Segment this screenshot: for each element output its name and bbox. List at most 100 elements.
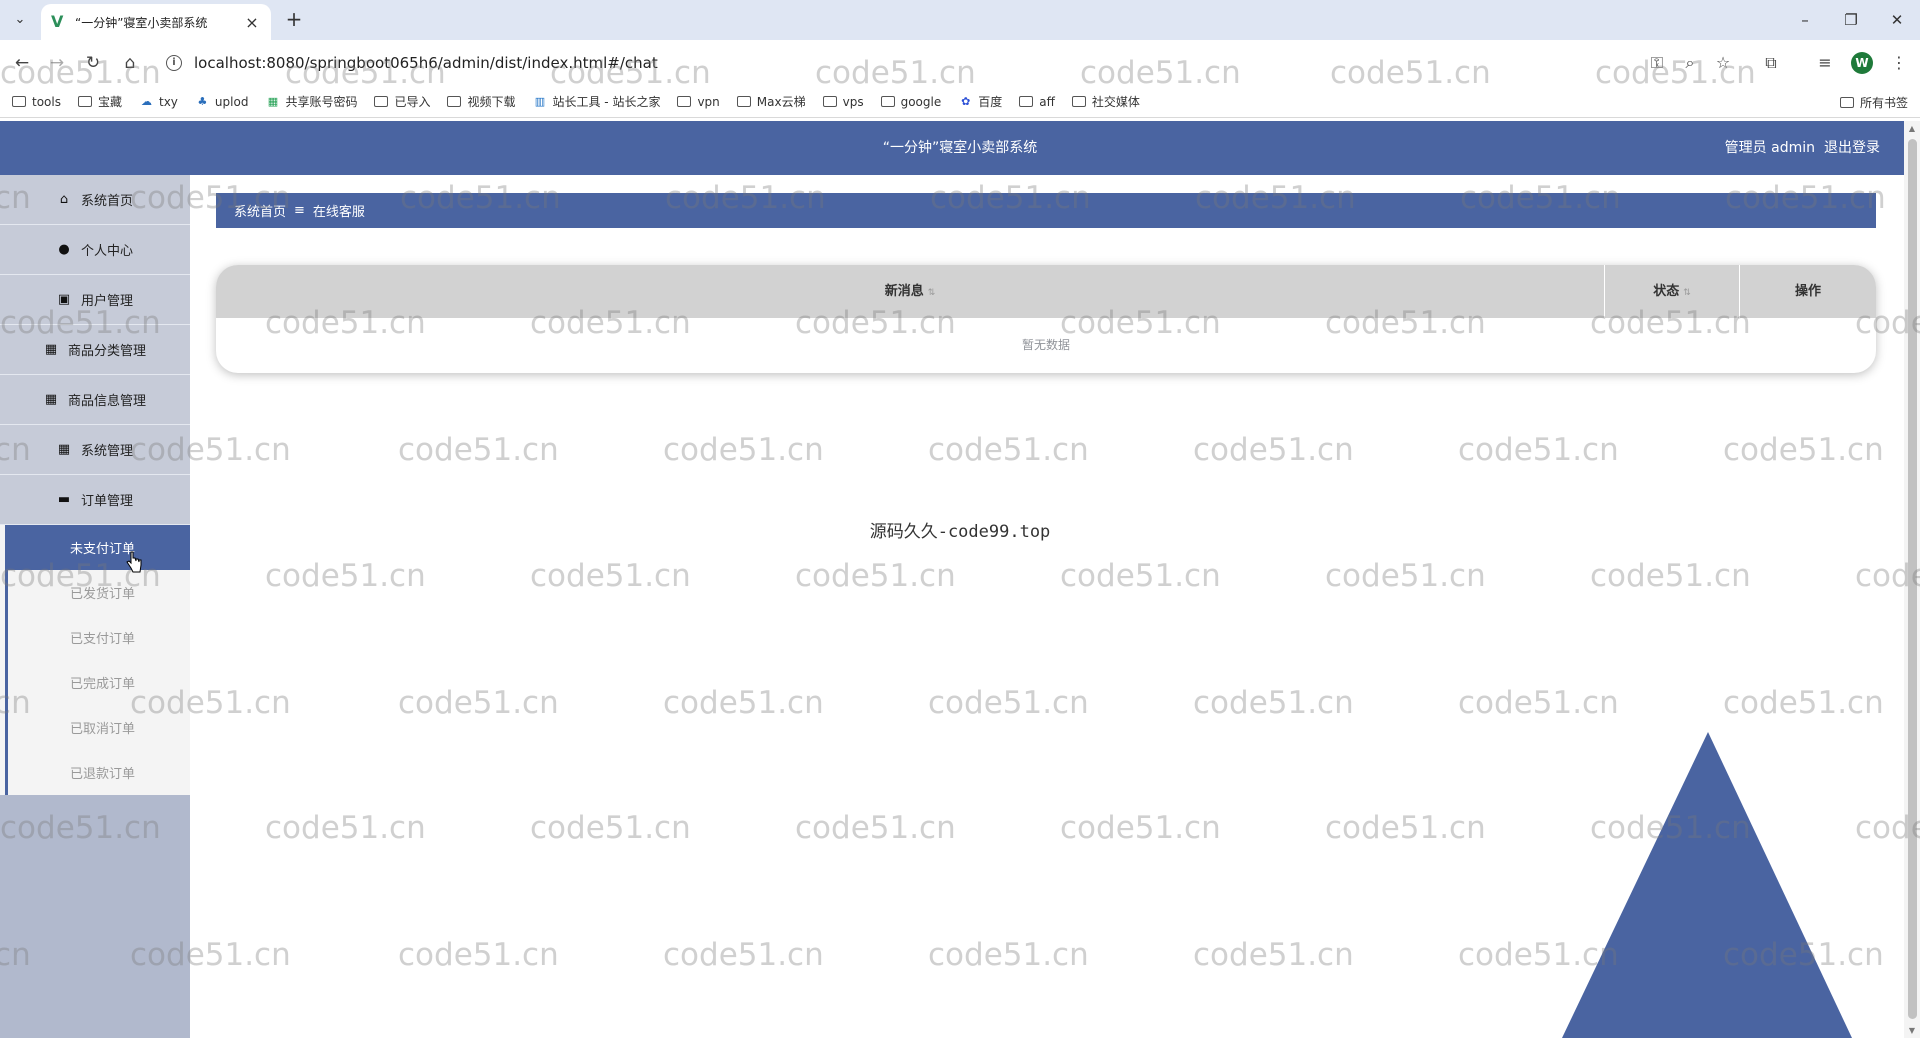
- folder-icon: [12, 96, 26, 107]
- watermark-text: code51.cn: [1723, 685, 1884, 721]
- sheet-icon: ▦: [267, 94, 279, 108]
- bookmark-item[interactable]: Max云梯: [736, 93, 806, 110]
- folder-icon: [1019, 96, 1034, 107]
- bookmark-item[interactable]: ☁ txy: [139, 95, 178, 109]
- media-control-icon[interactable]: ≡: [1812, 50, 1838, 76]
- sort-icon[interactable]: ⇅: [928, 288, 936, 298]
- scroll-thumb[interactable]: [1908, 139, 1917, 1019]
- close-window-button[interactable]: ✕: [1883, 8, 1911, 32]
- submenu-shipped-orders[interactable]: 已发货订单: [5, 570, 190, 615]
- submenu-cancelled-orders[interactable]: 已取消订单: [5, 705, 190, 750]
- submenu-refunded-orders[interactable]: 已退款订单: [5, 750, 190, 795]
- bookmark-item[interactable]: 视频下载: [447, 93, 515, 110]
- watermark-text: code51.cn: [265, 810, 426, 846]
- scroll-down-icon[interactable]: ▼: [1907, 1026, 1917, 1035]
- watermark-text: code51.cn: [530, 810, 691, 846]
- watermark-text: code51.cn: [1325, 810, 1486, 846]
- watermark-text: code51.cn: [398, 432, 559, 468]
- address-bar[interactable]: i localhost:8080/springboot065h6/admin/d…: [158, 45, 1678, 81]
- bookmark-item[interactable]: google: [880, 95, 941, 109]
- sort-icon[interactable]: ⇅: [1683, 288, 1691, 298]
- bookmark-item[interactable]: vps: [822, 95, 864, 109]
- column-header-new-message[interactable]: 新消息 ⇅: [216, 265, 1605, 318]
- bookmark-item[interactable]: ▥ 站长工具 - 站长之家: [532, 93, 661, 110]
- folder-icon: [880, 96, 895, 107]
- home-icon[interactable]: ⌂: [117, 50, 143, 76]
- menu-kebab-icon[interactable]: ⋮: [1886, 50, 1912, 76]
- bookmark-star-icon[interactable]: ☆: [1710, 50, 1736, 76]
- reload-icon[interactable]: ↻: [80, 50, 106, 76]
- watermark-text: code51.cn: [928, 685, 1089, 721]
- watermark-text: code51.cn: [663, 937, 824, 973]
- chat-table: 新消息 ⇅ 状态 ⇅ 操作 暂无数据: [216, 265, 1876, 373]
- table-empty-text: 暂无数据: [1021, 338, 1070, 352]
- folder-icon: [822, 96, 837, 107]
- restore-button[interactable]: ❐: [1837, 8, 1865, 32]
- watermark-text: code51.cn: [530, 558, 691, 594]
- forward-icon[interactable]: →: [44, 50, 70, 76]
- user-area: 管理员 admin 退出登录: [1716, 121, 1880, 175]
- watermark-text: code51.cn: [1193, 685, 1354, 721]
- breadcrumb-home[interactable]: 系统首页: [234, 201, 286, 220]
- profile-avatar[interactable]: W: [1851, 52, 1873, 74]
- watermark-text: code51.cn: [928, 432, 1089, 468]
- sidebar-item-categories[interactable]: ▦ 商品分类管理: [0, 325, 190, 375]
- sidebar-item-profile[interactable]: ● 个人中心: [0, 225, 190, 275]
- watermark-text: code51.cn: [1193, 937, 1354, 973]
- cloud-icon: ☁: [141, 94, 152, 108]
- bookmark-item[interactable]: ▦ 共享账号密码: [265, 93, 358, 110]
- bookmarks-bar: tools 宝藏 ☁ txy ♣ uplod ▦ 共享账号密码 已导入 视频下载 ▥ 站…: [0, 86, 1920, 118]
- bookmark-item[interactable]: vpn: [677, 95, 720, 109]
- watermark-text: code51.cn: [795, 558, 956, 594]
- chart-icon: ▥: [534, 94, 546, 108]
- page-scrollbar[interactable]: ▲ ▼: [1904, 121, 1920, 1038]
- decorative-triangle: [1562, 732, 1852, 1038]
- tab-list-button[interactable]: ⌄: [9, 9, 31, 31]
- url-text[interactable]: localhost:8080/springboot065h6/admin/dis…: [194, 54, 658, 72]
- watermark-text: code51.cn: [1060, 810, 1221, 846]
- new-tab-button[interactable]: +: [282, 8, 306, 32]
- folder-icon: [1839, 97, 1854, 108]
- bookmark-item[interactable]: ✿ 百度: [958, 93, 1002, 110]
- submenu-completed-orders[interactable]: 已完成订单: [5, 660, 190, 705]
- logout-link[interactable]: 退出登录: [1824, 121, 1880, 175]
- back-icon[interactable]: ←: [9, 50, 35, 76]
- sidebar-item-home[interactable]: ⌂ 系统首页: [0, 175, 190, 225]
- sidebar-item-products[interactable]: ▦ 商品信息管理: [0, 375, 190, 425]
- submenu-paid-orders[interactable]: 已支付订单: [5, 615, 190, 660]
- watermark-text: code51.cn: [1458, 432, 1619, 468]
- extensions-icon[interactable]: ⧉: [1758, 50, 1784, 76]
- column-header-actions: 操作: [1794, 284, 1821, 299]
- bookmark-item[interactable]: aff: [1019, 95, 1055, 109]
- watermark-text: code51.cn: [1060, 558, 1221, 594]
- bookmark-item[interactable]: ♣ uplod: [195, 94, 248, 109]
- sidebar-item-users[interactable]: ▣ 用户管理: [0, 275, 190, 325]
- all-bookmarks[interactable]: 所有书签: [1839, 94, 1908, 111]
- bookmark-item[interactable]: tools: [12, 95, 61, 109]
- column-header-status[interactable]: 状态 ⇅: [1605, 265, 1740, 318]
- share-icon: ♣: [197, 94, 208, 108]
- folder-icon: [77, 96, 92, 107]
- zoom-icon[interactable]: ⌕: [1677, 50, 1703, 76]
- key-icon[interactable]: ⚿: [1644, 50, 1670, 76]
- sidebar-item-system[interactable]: ▦ 系统管理: [0, 425, 190, 475]
- bookmark-item[interactable]: 社交媒体: [1071, 93, 1140, 110]
- bookmark-item[interactable]: 已导入: [374, 93, 430, 110]
- tab-close-icon[interactable]: ×: [243, 13, 261, 32]
- folder-icon: [447, 96, 462, 107]
- folder-icon: [736, 96, 751, 107]
- app-header: “一分钟”寝室小卖部系统 管理员 admin 退出登录: [0, 121, 1920, 175]
- folder-icon: [374, 96, 389, 107]
- watermark-text: code51.cn: [398, 937, 559, 973]
- site-info-icon[interactable]: i: [166, 55, 182, 71]
- table-header: 新消息 ⇅ 状态 ⇅ 操作: [216, 265, 1876, 318]
- minimize-button[interactable]: –: [1791, 8, 1819, 32]
- home-icon: ⌂: [59, 191, 69, 207]
- folder-icon: [677, 96, 692, 107]
- scroll-up-icon[interactable]: ▲: [1907, 124, 1917, 133]
- browser-tab-active[interactable]: V “一分钟”寝室小卖部系统 ×: [41, 4, 271, 40]
- sidebar: ⌂ 系统首页 ● 个人中心 ▣ 用户管理 ▦ 商品分类管理 ▦ 商品信息管理 ▦…: [0, 175, 190, 1038]
- browser-toolbar: ← → ↻ ⌂ i localhost:8080/springboot065h6…: [0, 40, 1920, 86]
- bookmark-item[interactable]: 宝藏: [77, 93, 122, 110]
- user-icon: ●: [58, 241, 70, 257]
